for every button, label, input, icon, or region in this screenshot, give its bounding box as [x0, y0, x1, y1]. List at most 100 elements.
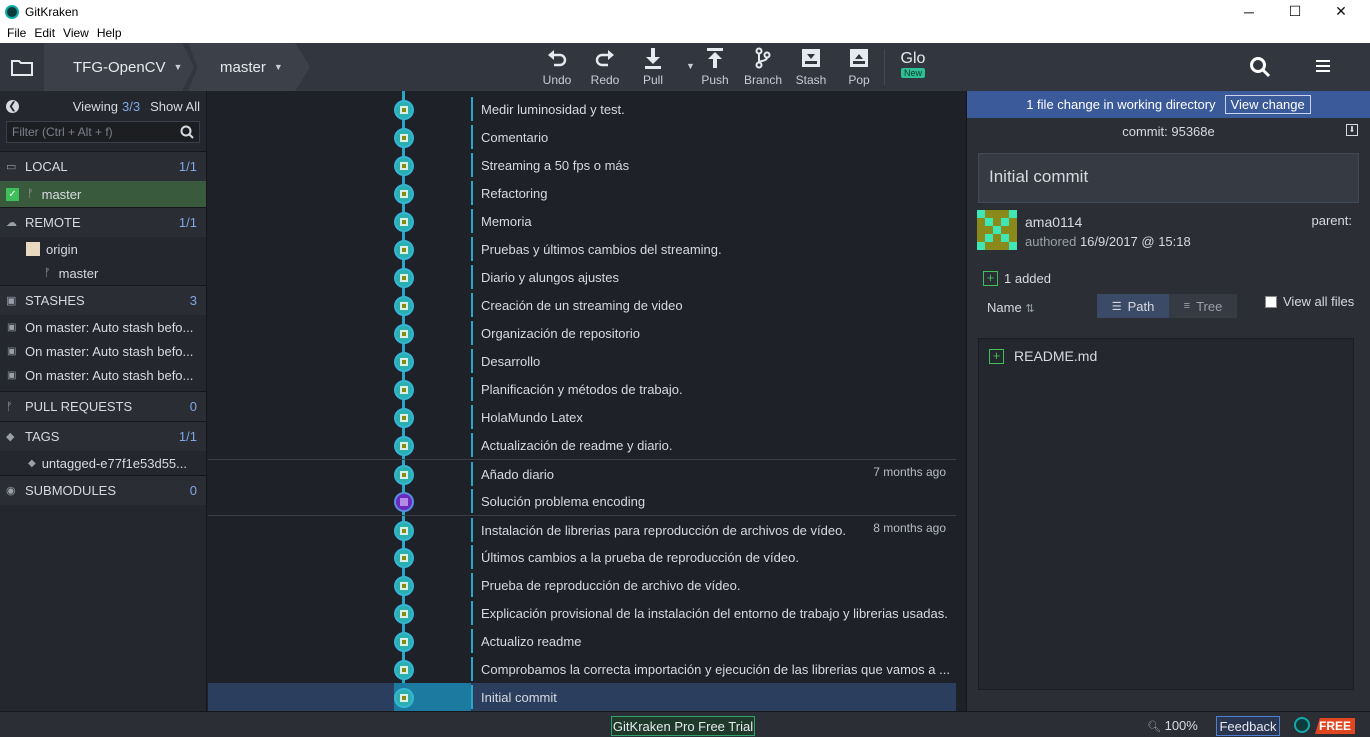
commit-row[interactable]: Diario y alungos ajustes: [208, 263, 956, 291]
pull-requests-section-header[interactable]: ᚠ PULL REQUESTS 0: [0, 391, 206, 421]
submodules-section-header[interactable]: ◉ SUBMODULES 0: [0, 475, 206, 505]
menu-help[interactable]: Help: [97, 26, 122, 40]
tag-item[interactable]: ◆ untagged-e77f1e53d55...: [0, 451, 206, 475]
commit-hash[interactable]: 95368e: [1171, 124, 1214, 139]
commit-row[interactable]: Explicación provisional de la instalació…: [208, 599, 956, 627]
commit-node-avatar[interactable]: [394, 268, 414, 288]
author-name: ama0114: [1025, 214, 1083, 230]
zoom-control[interactable]: 🔍︎ 100%: [1147, 718, 1198, 733]
show-all-link[interactable]: Show All: [150, 99, 200, 114]
remote-origin[interactable]: origin: [0, 237, 206, 261]
commit-node-avatar[interactable]: [394, 521, 414, 541]
commit-row[interactable]: Instalación de librerias para reproducci…: [208, 515, 956, 543]
hamburger-menu-button[interactable]: [1316, 60, 1330, 75]
repo-selector[interactable]: TFG-OpenCV ▼: [44, 43, 194, 91]
commit-row[interactable]: Initial commit: [208, 683, 956, 711]
menu-view[interactable]: View: [63, 26, 89, 40]
commit-node-avatar[interactable]: [394, 184, 414, 204]
sort-by-name-button[interactable]: Name ⇅: [987, 300, 1035, 315]
commit-node-avatar[interactable]: [394, 240, 414, 260]
commit-node-avatar[interactable]: [394, 465, 414, 485]
added-file-icon: +: [989, 348, 1004, 364]
stash-icon: ▣: [6, 295, 17, 307]
commit-node-avatar[interactable]: [394, 324, 414, 344]
search-button[interactable]: [1249, 56, 1271, 81]
pro-trial-button[interactable]: GitKraken Pro Free Trial: [611, 716, 755, 736]
commit-row[interactable]: Últimos cambios a la prueba de reproducc…: [208, 543, 956, 571]
commit-node-avatar[interactable]: [394, 436, 414, 456]
commit-node-avatar[interactable]: [394, 408, 414, 428]
redo-button[interactable]: Redo: [583, 47, 627, 89]
tree-icon: ≡: [1183, 300, 1191, 312]
tags-count: 1/1: [178, 429, 197, 444]
expand-icon[interactable]: ⬇: [1346, 124, 1358, 136]
commit-row[interactable]: Refactoring: [208, 179, 956, 207]
view-change-button[interactable]: View change: [1224, 95, 1311, 114]
pull-button[interactable]: Pull: [631, 47, 675, 89]
commit-node-avatar[interactable]: [394, 156, 414, 176]
commit-row[interactable]: Medir luminosidad y test.: [208, 95, 956, 123]
commit-row[interactable]: HolaMundo Latex: [208, 403, 956, 431]
commit-node-avatar[interactable]: [394, 688, 414, 708]
commit-node-avatar[interactable]: [394, 296, 414, 316]
branch-selector[interactable]: master ▼: [188, 43, 310, 91]
commit-node-avatar[interactable]: [394, 576, 414, 596]
open-repo-button[interactable]: [0, 43, 44, 91]
commit-row[interactable]: Solución problema encoding: [208, 487, 956, 515]
commit-row[interactable]: Pruebas y últimos cambios del streaming.: [208, 235, 956, 263]
pop-button[interactable]: Pop: [837, 47, 881, 89]
local-section-header[interactable]: ▭ LOCAL 1/1: [0, 151, 206, 181]
stash-button[interactable]: Stash: [789, 47, 833, 89]
tags-section-header[interactable]: ◆ TAGS 1/1: [0, 421, 206, 451]
toolbar: TFG-OpenCV ▼ master ▼ Undo Redo Pull ▼ Pus…: [0, 43, 1370, 91]
commit-row[interactable]: Creación de un streaming de video: [208, 291, 956, 319]
push-button[interactable]: Push: [693, 47, 737, 89]
free-badge[interactable]: FREE: [1315, 718, 1356, 734]
remote-branch-master[interactable]: ᚠ master: [0, 261, 206, 285]
commit-row[interactable]: Añado diario 7 months ago: [208, 459, 956, 487]
commit-row[interactable]: Actualizo readme: [208, 627, 956, 655]
commit-row[interactable]: Memoria: [208, 207, 956, 235]
maximize-button[interactable]: ☐: [1272, 0, 1318, 23]
branch-color-bar: [471, 518, 473, 542]
branch-button[interactable]: Branch: [741, 47, 785, 89]
collapse-panel-icon[interactable]: ❮: [6, 99, 19, 113]
stashes-section-header[interactable]: ▣ STASHES 3: [0, 285, 206, 315]
commit-node-avatar[interactable]: [394, 492, 414, 512]
commit-node-avatar[interactable]: [394, 352, 414, 372]
tree-tab[interactable]: ≡ Tree: [1169, 294, 1237, 318]
commit-node-avatar[interactable]: [394, 604, 414, 624]
branch-color-bar: [471, 181, 473, 205]
undo-button[interactable]: Undo: [535, 47, 579, 89]
commit-row[interactable]: Actualización de readme y diario.: [208, 431, 956, 459]
commit-row[interactable]: Planificación y métodos de trabajo.: [208, 375, 956, 403]
glo-button[interactable]: Glo New: [893, 50, 933, 86]
commit-row[interactable]: Prueba de reproducción de archivo de víd…: [208, 571, 956, 599]
stash-item[interactable]: ▣ On master: Auto stash befo...: [0, 363, 206, 387]
commit-node-avatar[interactable]: [394, 212, 414, 232]
menu-file[interactable]: File: [7, 26, 26, 40]
commit-node-avatar[interactable]: [394, 632, 414, 652]
minimize-button[interactable]: ─: [1226, 0, 1272, 23]
commit-node-avatar[interactable]: [394, 128, 414, 148]
remote-section-header[interactable]: ☁ REMOTE 1/1: [0, 207, 206, 237]
local-branch-master[interactable]: ✓ ᚠ master: [0, 181, 206, 207]
path-tab[interactable]: ☰ Path: [1097, 294, 1169, 318]
commit-row[interactable]: Comprobamos la correcta importación y ej…: [208, 655, 956, 683]
commit-row[interactable]: Streaming a 50 fps o más: [208, 151, 956, 179]
commit-node-avatar[interactable]: [394, 660, 414, 680]
stash-item[interactable]: ▣ On master: Auto stash befo...: [0, 315, 206, 339]
filter-input[interactable]: Filter (Ctrl + Alt + f): [6, 121, 200, 143]
commit-row[interactable]: Comentario: [208, 123, 956, 151]
commit-row[interactable]: Desarrollo: [208, 347, 956, 375]
menu-edit[interactable]: Edit: [34, 26, 55, 40]
file-item[interactable]: + README.md: [979, 339, 1353, 364]
stash-item[interactable]: ▣ On master: Auto stash befo...: [0, 339, 206, 363]
close-button[interactable]: ✕: [1318, 0, 1364, 23]
commit-node-avatar[interactable]: [394, 100, 414, 120]
view-all-files-checkbox[interactable]: [1265, 296, 1277, 308]
commit-node-avatar[interactable]: [394, 380, 414, 400]
commit-row[interactable]: Organización de repositorio: [208, 319, 956, 347]
feedback-button[interactable]: Feedback: [1216, 716, 1280, 736]
commit-node-avatar[interactable]: [394, 548, 414, 568]
